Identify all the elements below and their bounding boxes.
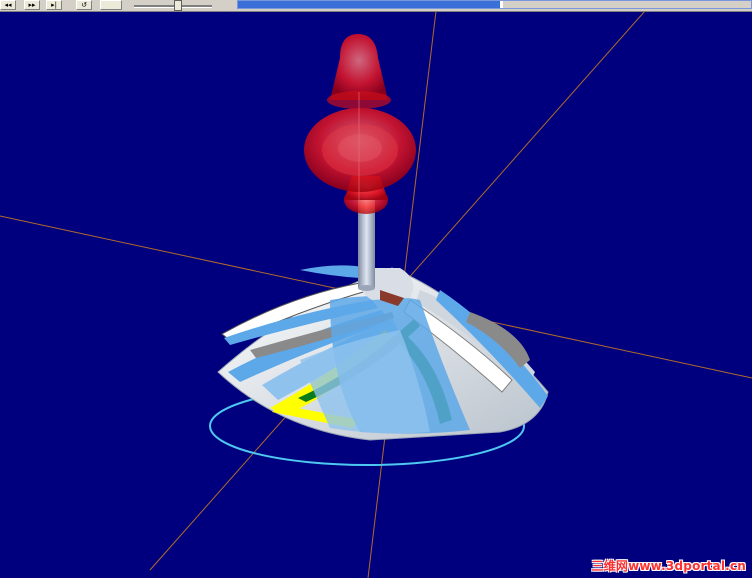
reset-icon[interactable]: ↺ bbox=[76, 0, 92, 10]
skip-forward-icon[interactable]: ▸| bbox=[46, 0, 62, 10]
tool-holder bbox=[304, 34, 416, 214]
watermark: 三维网www.3dportal.cn bbox=[591, 559, 746, 573]
progress-marker[interactable] bbox=[499, 1, 503, 8]
step-back-icon[interactable]: ◂◂ bbox=[0, 0, 16, 10]
stop-icon[interactable] bbox=[100, 0, 122, 10]
impeller-part bbox=[217, 265, 549, 441]
simulation-progress-bar[interactable] bbox=[237, 0, 752, 9]
progress-fill bbox=[238, 1, 500, 8]
step-forward-icon[interactable]: ▸▸ bbox=[24, 0, 40, 10]
speed-slider-thumb[interactable] bbox=[173, 0, 182, 11]
3d-viewport[interactable] bbox=[0, 11, 752, 578]
